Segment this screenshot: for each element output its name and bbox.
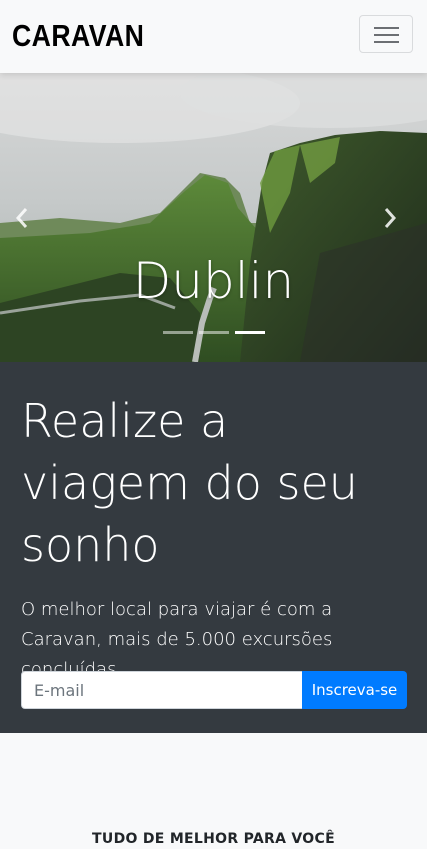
carousel-prev-button[interactable] <box>15 203 45 233</box>
carousel-indicator-1[interactable] <box>163 331 193 334</box>
image-carousel: Dublin <box>0 73 427 362</box>
navbar-toggler-button[interactable] <box>359 15 413 53</box>
carousel-indicators <box>0 331 427 335</box>
section-title: TUDO DE MELHOR PARA VOCÊ <box>92 831 335 847</box>
carousel-indicator-2[interactable] <box>199 331 229 334</box>
carousel-caption: Dublin <box>132 252 295 310</box>
carousel-next-button[interactable] <box>383 203 413 233</box>
email-input[interactable] <box>21 671 302 709</box>
carousel-indicator-3[interactable] <box>235 331 265 334</box>
carousel-slide-image <box>0 73 427 362</box>
hero-headline: Realize a viagem do seu sonho <box>21 394 358 572</box>
top-navbar: CARAVAN <box>0 0 427 73</box>
subscribe-button[interactable]: Inscreva-se <box>302 671 407 709</box>
hero-signup-section: Realize a viagem do seu sonho O melhor l… <box>0 362 427 733</box>
brand-logo[interactable]: CARAVAN <box>12 14 144 58</box>
